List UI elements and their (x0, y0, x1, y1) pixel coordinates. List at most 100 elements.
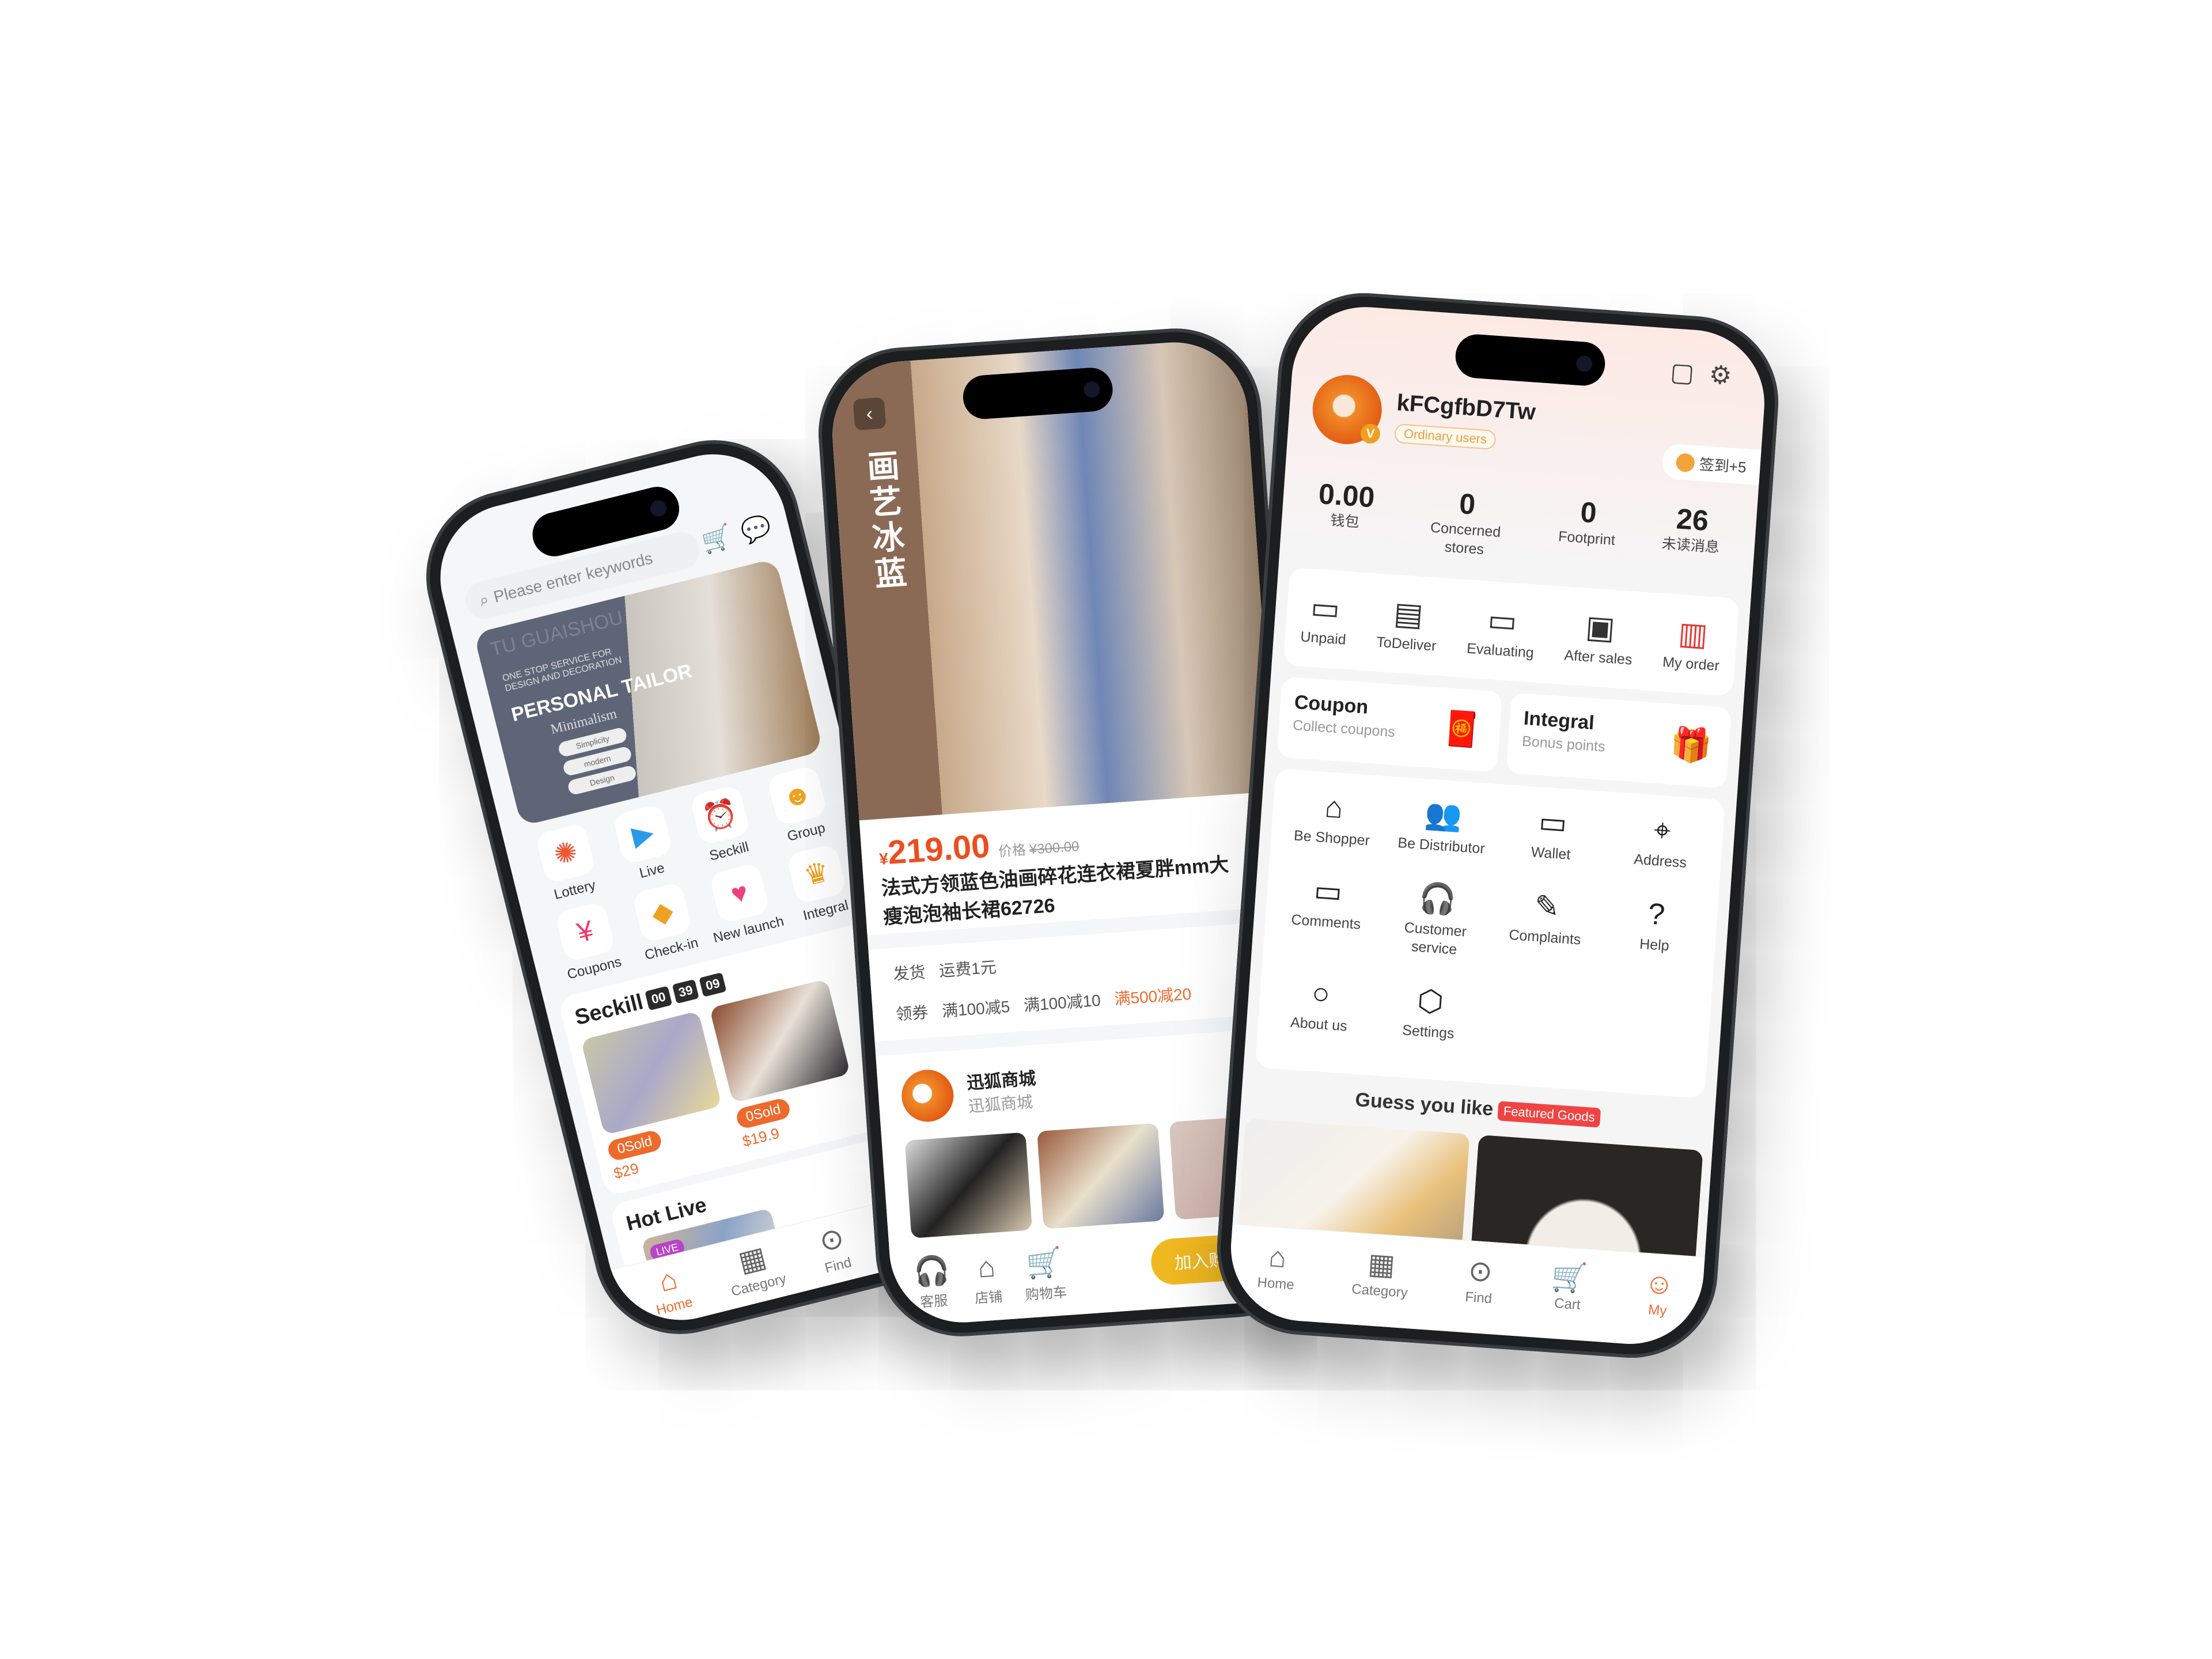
coupon-chip[interactable]: 满500减20 (1113, 982, 1192, 1010)
order-todeliver[interactable]: ▤ ToDeliver (1376, 594, 1440, 654)
tab-home[interactable]: ⌂ Home (646, 1261, 695, 1319)
countdown-seconds: 09 (699, 972, 727, 997)
settings-icon[interactable]: ⚙ (1708, 360, 1733, 391)
order-label: Evaluating (1466, 640, 1535, 661)
tab-label: Find (1464, 1289, 1493, 1307)
service-label: Help (1639, 935, 1670, 955)
sign-in-button[interactable]: 签到+5 (1661, 443, 1762, 486)
service-wallet[interactable]: ▭ Wallet (1494, 801, 1609, 887)
order-evaluating[interactable]: ▭ Evaluating (1466, 601, 1537, 661)
shop-icon: ⌂ (1324, 790, 1344, 825)
stat-value: 0 (1579, 495, 1598, 529)
sign-in-label: 签到+5 (1698, 455, 1747, 476)
service-label: Be Distributor (1397, 835, 1486, 857)
stat-unread[interactable]: 26 未读消息 (1660, 501, 1722, 575)
stats-row: 0.00 钱包 0 Concerned stores 0 Footprint 26 未读… (1291, 475, 1746, 577)
service-customer-service[interactable]: 🎧 Customer service (1377, 877, 1494, 982)
service-about-us[interactable]: ○ About us (1262, 972, 1377, 1058)
service-complaints[interactable]: ✎ Complaints (1487, 885, 1603, 990)
cart-icon[interactable]: 🛒 (699, 522, 735, 556)
user-level-badge: Ordinary users (1393, 423, 1497, 450)
hearts-icon: ♥ (709, 862, 771, 924)
tab-my[interactable]: ☺ My (1642, 1267, 1675, 1320)
tab-label: Home (654, 1294, 695, 1319)
seckill-item[interactable]: 0Sold $29 (581, 1010, 733, 1183)
order-label: ToDeliver (1376, 634, 1437, 654)
order-label: My order (1662, 653, 1720, 674)
customer-service-button[interactable]: 🎧 客服 (912, 1253, 953, 1311)
service-label: Wallet (1530, 844, 1571, 863)
tab-find[interactable]: ⊙ Find (1464, 1254, 1495, 1307)
service-be-shopper[interactable]: ⌂ Be Shopper (1275, 786, 1390, 872)
order-my-order[interactable]: ▥ My order (1662, 615, 1722, 675)
service-help[interactable]: ? Help (1596, 893, 1713, 997)
service-comments[interactable]: ▭ Comments (1268, 870, 1384, 974)
coupon-label: 领券 (895, 1003, 929, 1024)
service-address[interactable]: ⌖ Address (1603, 809, 1718, 895)
tab-category[interactable]: ▦ Category (1351, 1247, 1410, 1301)
bar-label: 店铺 (974, 1289, 1003, 1307)
tv-icon: ▶ (612, 803, 674, 865)
message-icon[interactable]: ▢ (1669, 357, 1695, 388)
chart-icon: ▥ (1677, 615, 1709, 653)
tab-label: Category (729, 1271, 788, 1300)
tab-label: Find (823, 1255, 853, 1277)
guess-title: Guess you like (1354, 1088, 1494, 1120)
tab-category[interactable]: ▦ Category (721, 1237, 788, 1300)
tab-find[interactable]: ⊙ Find (815, 1221, 853, 1277)
message-icon[interactable]: 💬 (738, 512, 774, 547)
store-button[interactable]: ⌂ 店铺 (972, 1251, 1003, 1307)
original-price-label: 价格 (998, 842, 1027, 860)
service-be-distributor[interactable]: 👥 Be Distributor (1384, 794, 1499, 880)
coupon-icon: ¥ (554, 900, 616, 963)
product-image (1037, 1123, 1165, 1229)
category-icon: ▦ (1366, 1247, 1396, 1282)
store-logo[interactable] (900, 1068, 956, 1124)
service-settings[interactable]: ⬡ Settings (1372, 980, 1487, 1066)
bar-label: 客服 (919, 1293, 949, 1310)
coupon-chip[interactable]: 满100减5 (941, 994, 1011, 1022)
tab-label: Category (1351, 1281, 1408, 1301)
wheel-icon: ✺ (535, 823, 597, 884)
order-after-sales[interactable]: ▣ After sales (1564, 608, 1636, 668)
find-icon: ⊙ (1467, 1254, 1494, 1289)
tab-home[interactable]: ⌂ Home (1257, 1240, 1297, 1293)
search-icon: ⌕ (477, 589, 491, 609)
avatar[interactable]: V (1310, 372, 1384, 447)
grid-item-group[interactable]: ☻ Group (752, 762, 847, 850)
product-image (709, 979, 851, 1103)
countdown-hours: 00 (645, 985, 672, 1010)
tab-cart[interactable]: 🛒 Cart (1549, 1260, 1588, 1313)
stat-label: 未读消息 (1661, 535, 1720, 556)
return-icon: ▣ (1584, 609, 1616, 646)
stat-footprint[interactable]: 0 Footprint (1556, 494, 1618, 568)
coupon-chip[interactable]: 满100减10 (1023, 988, 1101, 1016)
coin-icon (1676, 452, 1696, 472)
order-label: After sales (1563, 646, 1633, 668)
seckill-title: Seckill (572, 990, 646, 1031)
service-label: Customer service (1403, 919, 1467, 958)
grid-label: Lottery (552, 877, 597, 903)
seckill-item[interactable]: 0Sold $19.9 (709, 979, 862, 1150)
gift-icon: 🎁 (1669, 725, 1713, 766)
cart-button[interactable]: 🛒 购物车 (1022, 1246, 1067, 1304)
service-label: Comments (1290, 911, 1362, 933)
grid-label: Group (785, 820, 827, 844)
coupon-card[interactable]: Coupon Collect coupons 🧧 (1277, 676, 1503, 772)
stat-wallet[interactable]: 0.00 钱包 (1315, 477, 1376, 551)
stat-concerned-stores[interactable]: 0 Concerned stores (1418, 484, 1514, 560)
service-label: Settings (1402, 1022, 1455, 1042)
countdown-minutes: 39 (672, 979, 700, 1004)
integral-card[interactable]: Integral Bonus points 🎁 (1506, 692, 1732, 789)
box-icon: ▤ (1392, 596, 1425, 632)
order-unpaid[interactable]: ▭ Unpaid (1300, 589, 1350, 648)
crown-icon: ♛ (786, 843, 847, 905)
services-grid: ⌂ Be Shopper 👥 Be Distributor ▭ Wallet ⌖ Add… (1255, 768, 1726, 1099)
back-icon[interactable]: ‹ (853, 397, 887, 431)
location-pin-icon: ⌖ (1653, 813, 1672, 848)
service-label: Complaints (1508, 926, 1582, 948)
headset-icon: 🎧 (912, 1253, 951, 1289)
sale-price: 219.00 (887, 827, 991, 872)
service-label: Be Shopper (1293, 827, 1370, 849)
bar-label: 购物车 (1025, 1285, 1067, 1304)
